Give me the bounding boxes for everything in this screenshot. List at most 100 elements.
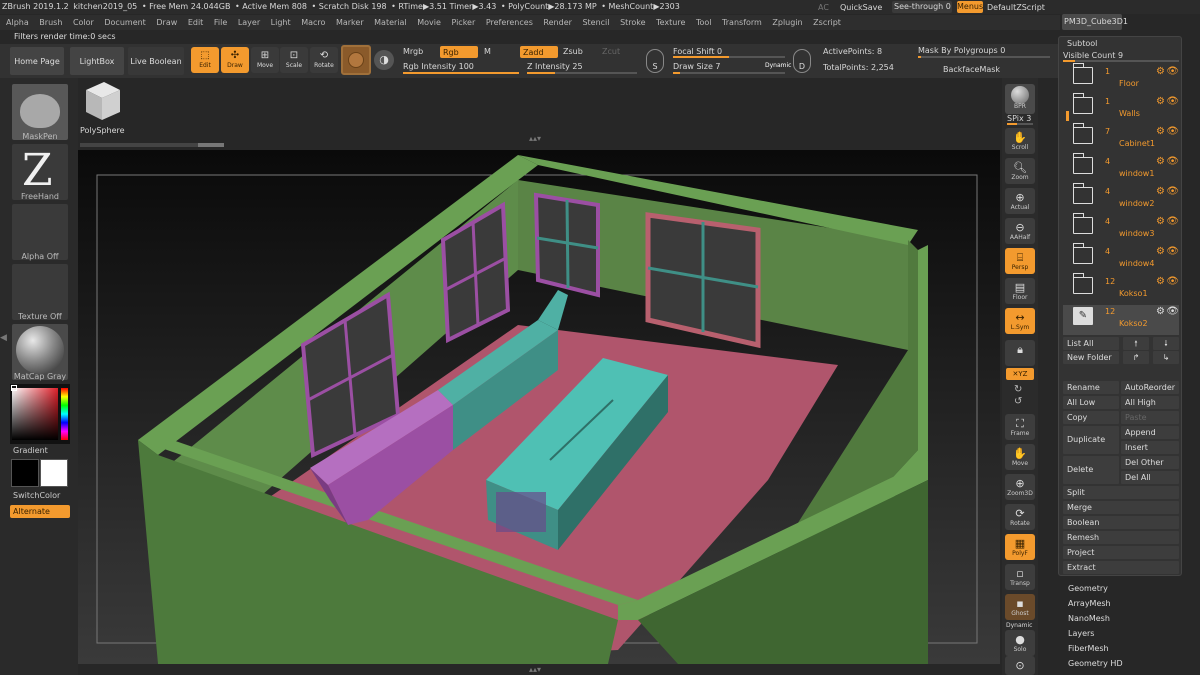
gear-icon[interactable]: ⚙: [1156, 156, 1165, 167]
menu-tool[interactable]: Tool: [696, 15, 712, 30]
current-tool-thumbnail[interactable]: PM3D_Cube3D1: [1062, 14, 1128, 30]
eye-icon[interactable]: 👁︎: [1166, 246, 1179, 257]
lightbox-button[interactable]: LightBox: [70, 47, 124, 75]
visible-count-slider[interactable]: [1063, 60, 1179, 62]
zadd-button[interactable]: Zadd: [520, 46, 558, 58]
copy-button[interactable]: Copy: [1063, 411, 1119, 424]
subtool-item[interactable]: 4 window3 ⚙ 👁︎: [1063, 213, 1179, 245]
hue-strip[interactable]: [61, 388, 68, 440]
subtool-item-selected[interactable]: ✎ 12 Kokso2 ⚙ 👁︎: [1063, 305, 1179, 335]
bottom-collapse-arrows-icon[interactable]: ▴▴▾: [529, 665, 541, 674]
menu-brush[interactable]: Brush: [39, 15, 62, 30]
bpr-button[interactable]: BPR: [1005, 84, 1035, 114]
aahalf-button[interactable]: ⊖ AAHalf: [1005, 218, 1035, 244]
gear-icon[interactable]: ⚙: [1156, 186, 1165, 197]
gear-icon[interactable]: ⚙: [1156, 126, 1165, 137]
dynamic-toggle[interactable]: Dynamic: [765, 62, 791, 69]
project-button[interactable]: Project: [1063, 546, 1179, 559]
draw-mode-button[interactable]: ✣ Draw: [221, 47, 249, 73]
material-swatch[interactable]: [341, 45, 371, 75]
menu-preferences[interactable]: Preferences: [486, 15, 533, 30]
rotate-y-icon[interactable]: ↻: [1014, 384, 1022, 395]
z-intensity-slider[interactable]: [527, 72, 637, 74]
transp-button[interactable]: ▫ Transp: [1005, 564, 1035, 590]
focal-shift-slider[interactable]: [673, 56, 785, 58]
edit-mode-button[interactable]: ⬚ Edit: [191, 47, 219, 73]
zoom-button[interactable]: 🔍︎ Zoom: [1005, 158, 1035, 184]
menu-zplugin[interactable]: Zplugin: [772, 15, 802, 30]
see-through-slider[interactable]: See-through 0: [892, 1, 952, 13]
actual-button[interactable]: ⊕ Actual: [1005, 188, 1035, 214]
lock-button[interactable]: 🔒︎: [1005, 340, 1035, 366]
color-picker[interactable]: [10, 384, 70, 444]
gear-icon[interactable]: ⚙: [1156, 66, 1165, 77]
menu-transform[interactable]: Transform: [722, 15, 762, 30]
s-toggle[interactable]: S: [646, 49, 664, 73]
menu-light[interactable]: Light: [271, 15, 291, 30]
split-button[interactable]: Split: [1063, 486, 1179, 499]
top-collapse-arrows-icon[interactable]: ▴▴▾: [529, 134, 541, 143]
canvas-viewport[interactable]: [78, 150, 1000, 664]
menu-edit[interactable]: Edit: [188, 15, 204, 30]
menu-picker[interactable]: Picker: [451, 15, 475, 30]
menu-document[interactable]: Document: [104, 15, 145, 30]
del-all-button[interactable]: Del All: [1121, 471, 1179, 484]
eye-icon[interactable]: 👁︎: [1166, 96, 1179, 107]
scale-mode-button[interactable]: ⊡ Scale: [280, 47, 308, 73]
all-high-button[interactable]: All High: [1121, 396, 1179, 409]
rotate-mode-button[interactable]: ⟲ Rotate: [310, 47, 338, 73]
menu-file[interactable]: File: [214, 15, 227, 30]
polyf-button[interactable]: ▦ PolyF: [1005, 534, 1035, 560]
xyz-rotate-button[interactable]: ✕YZ: [1006, 368, 1034, 380]
backface-mask-button[interactable]: BackfaceMask: [943, 65, 1000, 74]
menu-stroke[interactable]: Stroke: [620, 15, 646, 30]
merge-button[interactable]: Merge: [1063, 501, 1179, 514]
boolean-button[interactable]: Boolean: [1063, 516, 1179, 529]
zsub-button[interactable]: Zsub: [563, 47, 583, 56]
eye-icon[interactable]: 👁︎: [1166, 156, 1179, 167]
alternate-button[interactable]: Alternate: [10, 505, 70, 518]
eye-icon[interactable]: 👁︎: [1166, 186, 1179, 197]
geometry-section[interactable]: Geometry: [1068, 584, 1108, 593]
subtool-item[interactable]: 1 Floor ⚙ 👁︎: [1063, 63, 1179, 95]
gradient-label[interactable]: Gradient: [13, 446, 48, 455]
subtool-title[interactable]: Subtool: [1067, 39, 1097, 48]
menu-macro[interactable]: Macro: [301, 15, 325, 30]
delete-button[interactable]: Delete: [1063, 456, 1119, 484]
append-button[interactable]: Append: [1121, 426, 1179, 439]
new-folder-button[interactable]: New Folder: [1063, 351, 1119, 364]
eye-icon[interactable]: 👁︎: [1166, 306, 1179, 317]
home-page-button[interactable]: Home Page: [10, 47, 64, 75]
paste-button[interactable]: Paste: [1121, 411, 1179, 424]
eye-icon[interactable]: 👁︎: [1166, 216, 1179, 227]
eye-icon[interactable]: 👁︎: [1166, 126, 1179, 137]
extract-button[interactable]: Extract: [1063, 561, 1179, 574]
subtool-item[interactable]: 7 Cabinet1 ⚙ 👁︎: [1063, 123, 1179, 155]
spix-slider[interactable]: [1007, 123, 1033, 125]
autoreorder-button[interactable]: AutoReorder: [1121, 381, 1179, 394]
zcut-button[interactable]: Zcut: [602, 47, 620, 56]
layers-section[interactable]: Layers: [1068, 629, 1094, 638]
persp-button[interactable]: ⌸ Persp: [1005, 248, 1035, 274]
arraymesh-section[interactable]: ArrayMesh: [1068, 599, 1111, 608]
menu-alpha[interactable]: Alpha: [6, 15, 29, 30]
menu-stencil[interactable]: Stencil: [582, 15, 609, 30]
gear-icon[interactable]: ⚙: [1156, 306, 1165, 317]
menu-marker[interactable]: Marker: [336, 15, 364, 30]
menu-color[interactable]: Color: [73, 15, 94, 30]
primary-color-swatch[interactable]: [11, 459, 39, 487]
geometry-hd-section[interactable]: Geometry HD: [1068, 659, 1123, 668]
subtool-item[interactable]: 12 Kokso1 ⚙ 👁︎: [1063, 273, 1179, 305]
rotate-view-button[interactable]: ⟳ Rotate: [1005, 504, 1035, 530]
subtool-item[interactable]: 4 window4 ⚙ 👁︎: [1063, 243, 1179, 275]
switchcolor-button[interactable]: SwitchColor: [13, 491, 60, 500]
del-other-button[interactable]: Del Other: [1121, 456, 1179, 469]
menu-texture[interactable]: Texture: [656, 15, 685, 30]
list-all-button[interactable]: List All: [1063, 337, 1119, 350]
eye-icon[interactable]: 👁︎: [1166, 276, 1179, 287]
tool-thumb-scroll-handle[interactable]: [198, 143, 224, 147]
insert-button[interactable]: Insert: [1121, 441, 1179, 454]
rgb-intensity-slider[interactable]: [403, 72, 519, 74]
move-view-button[interactable]: ✋ Move: [1005, 444, 1035, 470]
draw-size-slider[interactable]: [673, 72, 785, 74]
